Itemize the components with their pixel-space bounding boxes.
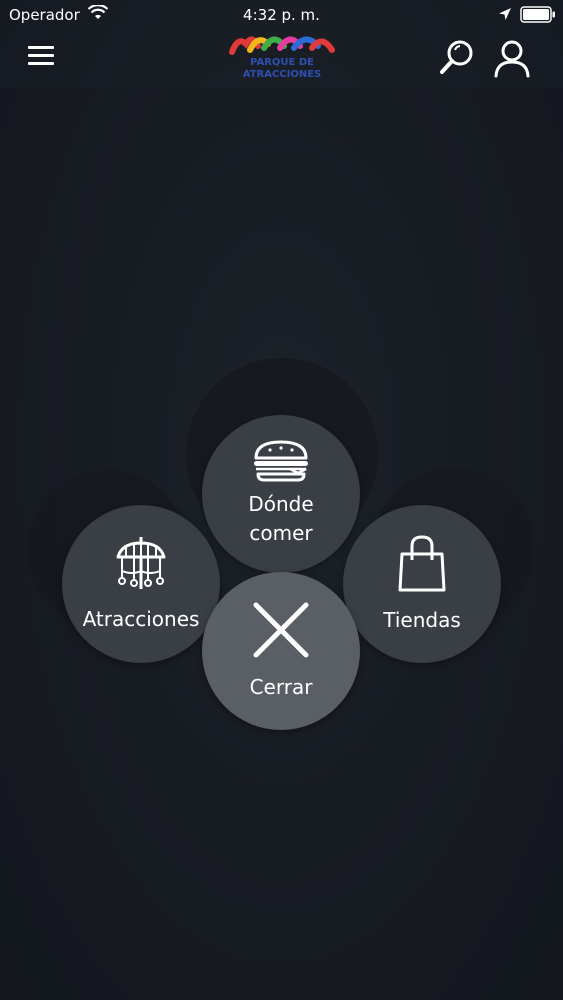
carousel-icon [116,536,166,589]
food-label-line1: Dónde [248,492,314,516]
close-label: Cerrar [249,674,313,699]
shops-label: Tiendas [383,607,461,632]
shops-menu-button[interactable]: Tiendas [343,505,501,663]
food-label-line2: comer [249,521,313,545]
hamburger-food-icon [254,440,308,482]
clock-label: 4:32 p. m. [243,6,320,24]
close-icon [253,602,309,657]
hamburger-menu-icon[interactable] [28,46,54,68]
battery-icon [520,6,555,23]
search-icon[interactable] [438,38,476,78]
user-profile-icon[interactable] [493,38,531,78]
logo-text-line2: ATRACCIONES [243,69,322,80]
close-menu-button[interactable]: Cerrar [202,572,360,730]
park-logo[interactable]: PARQUE DE ATRACCIONES [228,32,336,82]
logo-text-line1: PARQUE DE [250,57,314,68]
food-menu-button[interactable]: Dónde comer [202,415,360,573]
status-bar: Operador 4:32 p. m. [0,0,563,30]
location-arrow-icon [499,8,511,20]
attractions-label: Atracciones [82,606,200,631]
top-navigation-bar: PARQUE DE ATRACCIONES [0,30,563,88]
attractions-menu-button[interactable]: Atracciones [62,505,220,663]
shopping-bag-icon [398,534,446,591]
